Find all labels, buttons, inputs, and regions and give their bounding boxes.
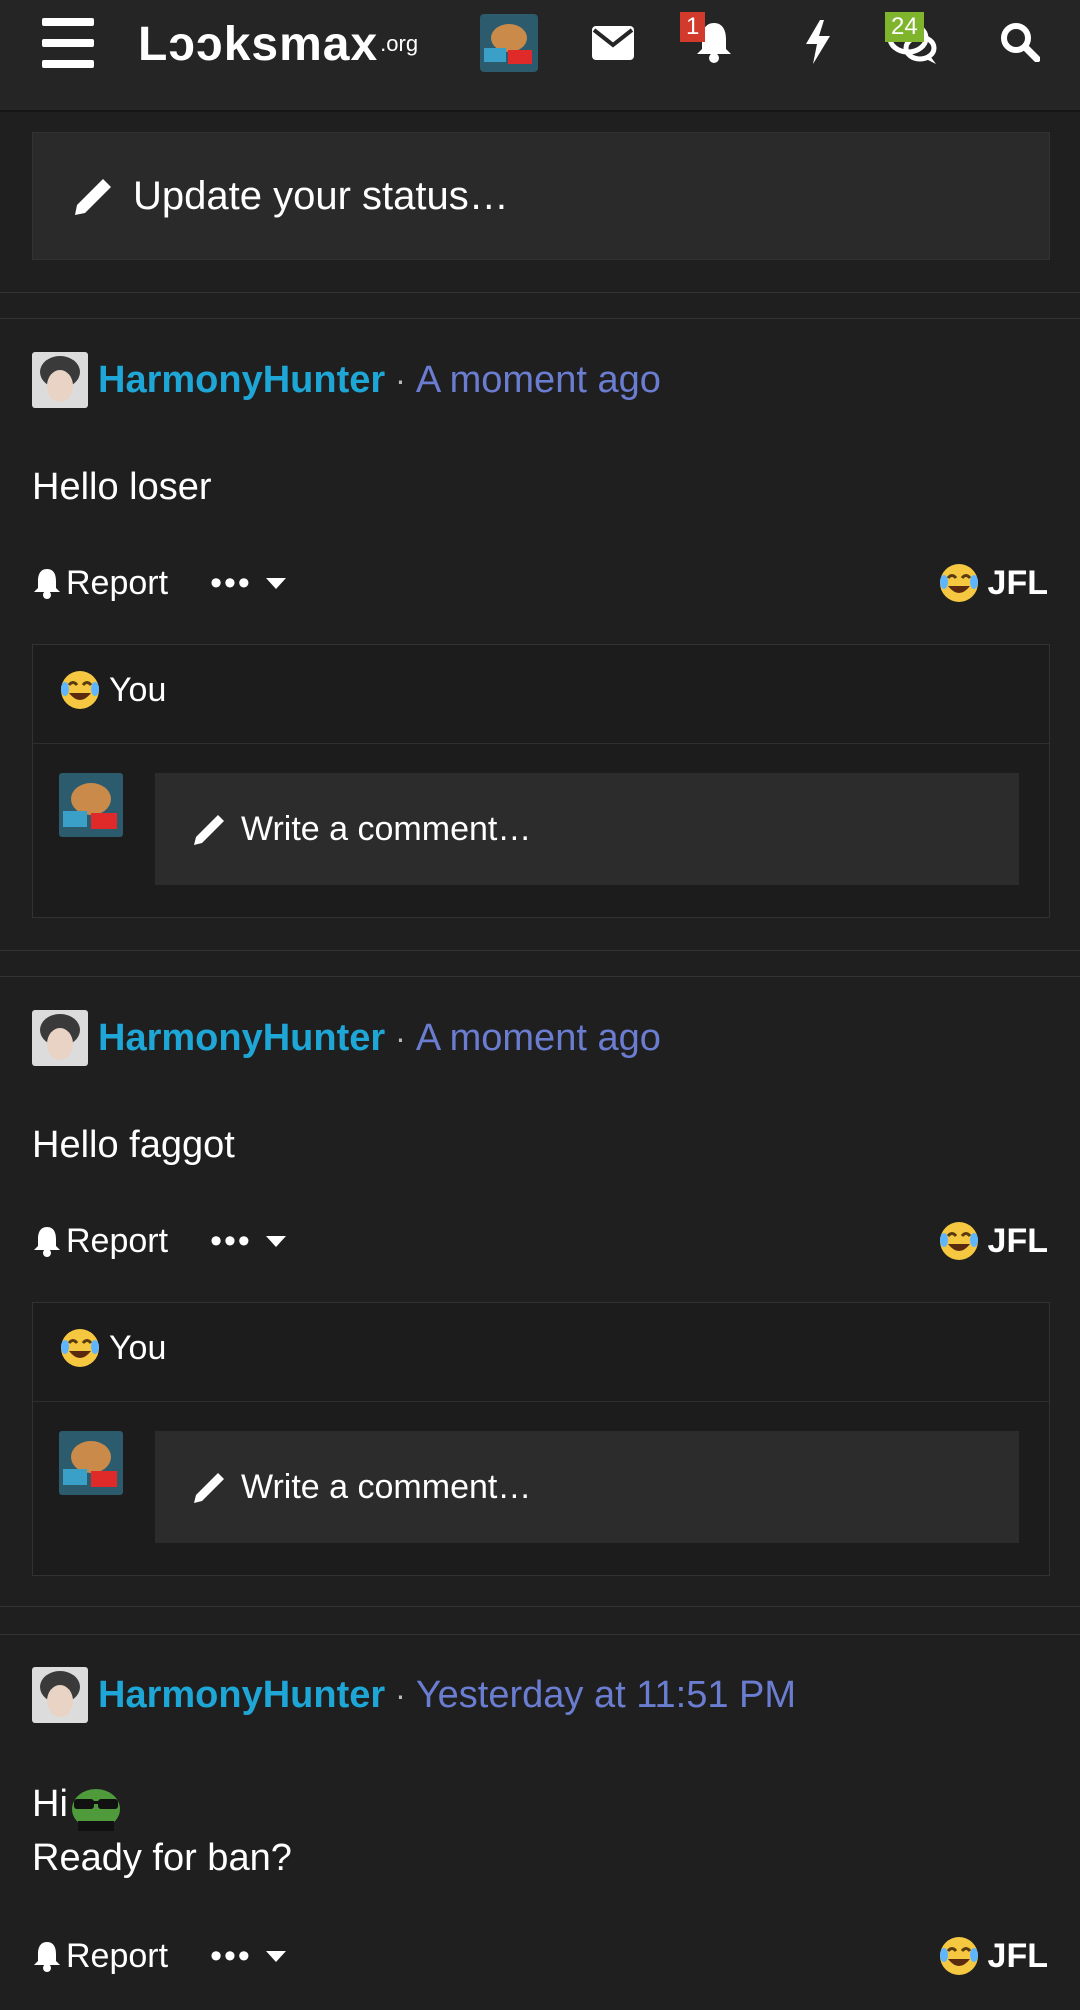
divider bbox=[0, 1606, 1080, 1607]
write-comment-input[interactable]: Write a comment… bbox=[155, 1431, 1019, 1543]
laughing-emoji-icon bbox=[939, 1937, 978, 1975]
reacted-by: You bbox=[109, 1328, 167, 1367]
pencil-icon bbox=[75, 179, 111, 215]
bell-icon bbox=[34, 1942, 60, 1972]
post-body: Hi Ready for ban? bbox=[32, 1777, 292, 1885]
divider bbox=[33, 743, 1049, 744]
post-time-link[interactable]: A moment ago bbox=[416, 359, 661, 402]
site-logo[interactable]: Lɔɔksmax .org bbox=[138, 14, 418, 74]
separator-dot: · bbox=[395, 361, 406, 398]
menu-icon[interactable] bbox=[40, 18, 96, 68]
laughing-emoji-icon bbox=[939, 564, 978, 602]
alerts-badge: 1 bbox=[680, 12, 706, 42]
chevron-down-icon bbox=[265, 577, 286, 589]
search-icon[interactable] bbox=[992, 14, 1048, 70]
post-header: HarmonyHunter · Yesterday at 11:51 PM bbox=[32, 1665, 796, 1725]
divider bbox=[33, 1401, 1049, 1402]
post-actions: Report ••• JFL bbox=[32, 1931, 1048, 1981]
reaction-button[interactable]: JFL bbox=[938, 1935, 1048, 1977]
more-options-button[interactable]: ••• bbox=[210, 1937, 286, 1976]
more-options-button[interactable]: ••• bbox=[210, 564, 286, 603]
top-navigation-bar: Lɔɔksmax .org 1 24 bbox=[0, 0, 1080, 112]
write-comment-input[interactable]: Write a comment… bbox=[155, 773, 1019, 885]
report-button[interactable]: Report bbox=[32, 564, 168, 603]
status-placeholder: Update your status… bbox=[133, 173, 509, 218]
author-avatar[interactable] bbox=[32, 1667, 88, 1723]
comment-placeholder: Write a comment… bbox=[241, 1467, 532, 1506]
laughing-emoji-icon bbox=[61, 671, 99, 709]
chevron-down-icon bbox=[265, 1235, 286, 1247]
report-button[interactable]: Report bbox=[32, 1937, 168, 1976]
divider bbox=[0, 950, 1080, 951]
author-name-link[interactable]: HarmonyHunter bbox=[98, 359, 385, 402]
divider bbox=[0, 976, 1080, 977]
author-avatar[interactable] bbox=[32, 352, 88, 408]
report-label: Report bbox=[66, 1936, 169, 1975]
more-label: ••• bbox=[210, 1221, 252, 1260]
reacted-by: You bbox=[109, 670, 167, 709]
laughing-emoji-icon bbox=[939, 1222, 978, 1260]
current-user-avatar bbox=[59, 1431, 123, 1495]
post-text: Hello loser bbox=[32, 466, 212, 508]
pencil-icon bbox=[194, 815, 224, 845]
logo-text: Lɔɔksmax bbox=[138, 17, 379, 71]
reactions-summary[interactable]: You bbox=[59, 1327, 166, 1369]
author-name-link[interactable]: HarmonyHunter bbox=[98, 1674, 385, 1717]
laughing-emoji-icon bbox=[61, 1329, 99, 1367]
report-button[interactable]: Report bbox=[32, 1222, 168, 1261]
divider bbox=[0, 1634, 1080, 1635]
reaction-label: JFL bbox=[987, 1936, 1048, 1975]
reaction-button[interactable]: JFL bbox=[938, 562, 1048, 604]
post-text: Hello faggot bbox=[32, 1124, 235, 1166]
conversations-badge: 24 bbox=[885, 12, 924, 42]
reactions-summary[interactable]: You bbox=[59, 669, 166, 711]
post-actions: Report ••• JFL bbox=[32, 558, 1048, 608]
reactions-and-comments: You Write a comment… bbox=[32, 1302, 1050, 1576]
post-body: Hello loser bbox=[32, 460, 212, 514]
post-time-link[interactable]: Yesterday at 11:51 PM bbox=[416, 1674, 796, 1717]
current-user-avatar bbox=[59, 773, 123, 837]
pencil-icon bbox=[194, 1473, 224, 1503]
post-text: Ready for ban? bbox=[32, 1837, 292, 1879]
separator-dot: · bbox=[395, 1019, 406, 1056]
user-avatar[interactable] bbox=[480, 14, 538, 72]
chevron-down-icon bbox=[265, 1950, 286, 1962]
reactions-and-comments: You Write a comment… bbox=[32, 644, 1050, 918]
post-body: Hello faggot bbox=[32, 1118, 235, 1172]
author-name-link[interactable]: HarmonyHunter bbox=[98, 1017, 385, 1060]
divider bbox=[0, 318, 1080, 319]
author-avatar[interactable] bbox=[32, 1010, 88, 1066]
divider bbox=[0, 292, 1080, 293]
post-header: HarmonyHunter · A moment ago bbox=[32, 1008, 661, 1068]
bell-icon bbox=[34, 1227, 60, 1257]
post-header: HarmonyHunter · A moment ago bbox=[32, 350, 661, 410]
post-actions: Report ••• JFL bbox=[32, 1216, 1048, 1266]
mail-icon[interactable] bbox=[586, 18, 640, 68]
more-label: ••• bbox=[210, 563, 252, 602]
post-time-link[interactable]: A moment ago bbox=[416, 1017, 661, 1060]
comment-placeholder: Write a comment… bbox=[241, 809, 532, 848]
post-text: Hi bbox=[32, 1783, 68, 1825]
bolt-icon[interactable] bbox=[790, 14, 846, 70]
reaction-label: JFL bbox=[987, 563, 1048, 602]
reaction-button[interactable]: JFL bbox=[938, 1220, 1048, 1262]
reaction-label: JFL bbox=[987, 1221, 1048, 1260]
update-status-input[interactable]: Update your status… bbox=[32, 132, 1050, 260]
post-line: Hi bbox=[32, 1777, 292, 1831]
pepe-sunglasses-emoji-icon bbox=[71, 1789, 120, 1831]
more-label: ••• bbox=[210, 1936, 252, 1975]
more-options-button[interactable]: ••• bbox=[210, 1222, 286, 1261]
report-label: Report bbox=[66, 1221, 169, 1260]
report-label: Report bbox=[66, 563, 169, 602]
separator-dot: · bbox=[395, 1676, 406, 1713]
logo-tld: .org bbox=[380, 31, 419, 56]
bell-icon bbox=[34, 569, 60, 599]
